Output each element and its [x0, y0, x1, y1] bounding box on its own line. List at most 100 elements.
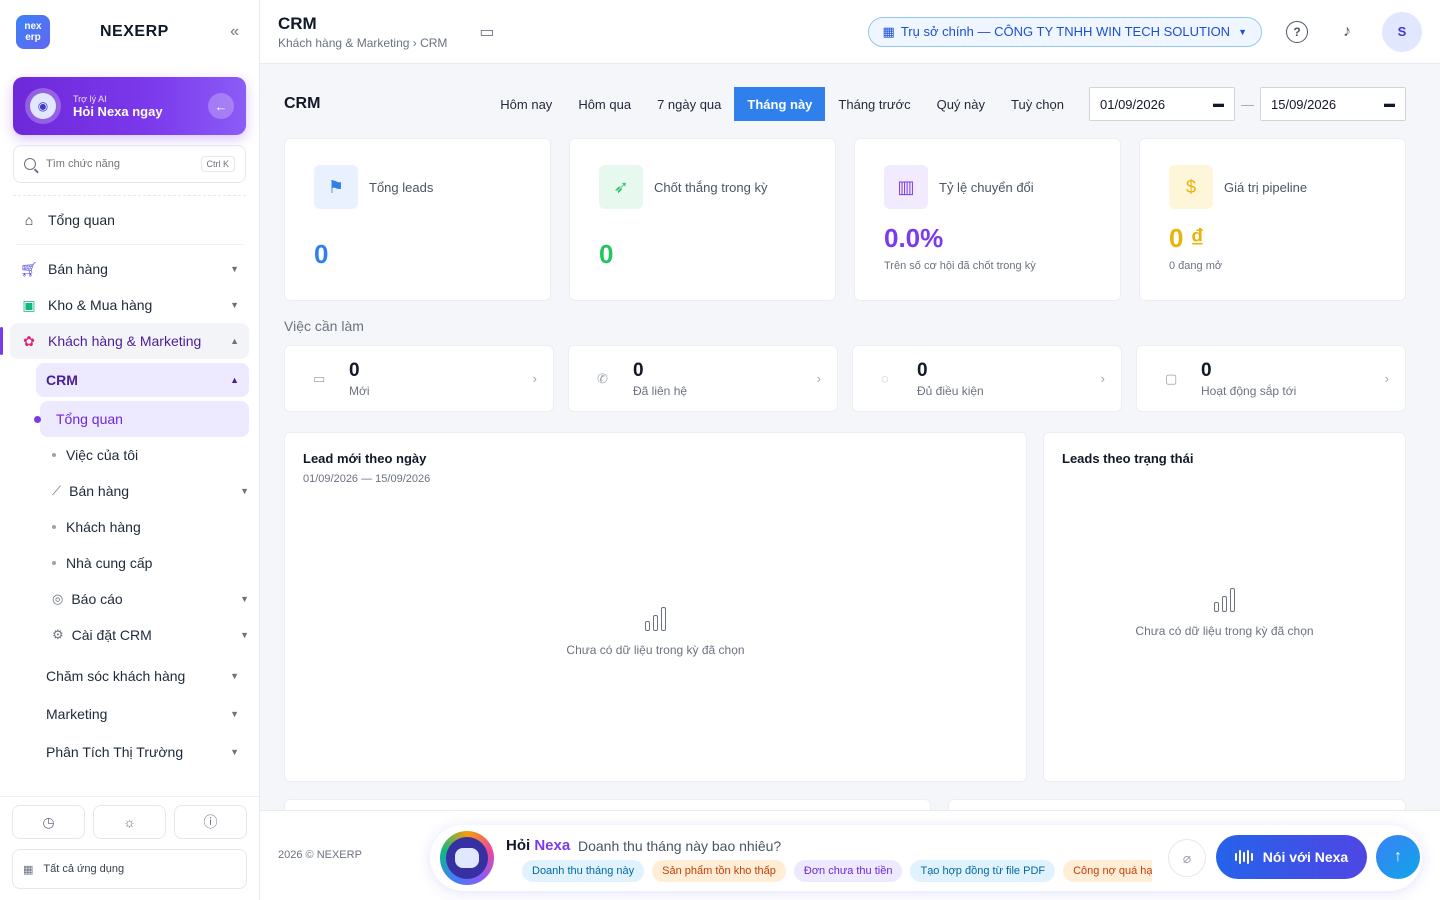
sidebar-footer: ◷ ☼ ⓘ ▦ Tất cả ứng dụng: [0, 796, 259, 900]
chevron-down-icon: ▼: [1238, 26, 1247, 37]
sidebar-item-crm-settings[interactable]: ⚙ Cài đặt CRM ▼: [40, 617, 259, 653]
date-to-input[interactable]: 15/09/2026 ▬: [1260, 87, 1406, 121]
collapse-sidebar-icon[interactable]: «: [230, 23, 239, 41]
voice-button[interactable]: Nói với Nexa: [1216, 835, 1367, 879]
todo-label: Đủ điều kiện: [917, 383, 984, 398]
history-icon[interactable]: ◷: [12, 805, 85, 839]
kpi-label: Tỷ lệ chuyển đổi: [939, 179, 1034, 195]
chevron-down-icon: ▼: [240, 486, 249, 496]
brand: nex erp NEXERP «: [0, 0, 259, 64]
chevron-down-icon: ▼: [230, 264, 239, 274]
main-content: CRM Hôm nay Hôm qua 7 ngày qua Tháng này…: [260, 64, 1440, 810]
sidebar-item-label: Bán hàng: [48, 261, 108, 277]
function-search-input[interactable]: [46, 158, 201, 170]
sidebar-item-my-tasks[interactable]: Việc của tôi: [40, 437, 259, 473]
company-selector[interactable]: ▦ Trụ sở chính — CÔNG TY TNHH WIN TECH S…: [867, 16, 1262, 47]
brand-name: NEXERP: [100, 23, 169, 40]
kpi-note: 0 đang mở: [1169, 260, 1223, 272]
sidebar-item-label: Marketing: [46, 706, 108, 722]
kpi-value: 0: [314, 239, 329, 269]
todo-contacted[interactable]: ✆ 0 Đã liên hệ ›: [568, 345, 838, 412]
sidebar-item-reports[interactable]: ◎ Báo cáo ▼: [40, 581, 259, 617]
tab-last-month[interactable]: Tháng trước: [825, 87, 923, 121]
breadcrumb: Khách hàng & Marketing › CRM: [278, 35, 448, 50]
empty-chart-icon: [285, 605, 1026, 631]
suggestion-chip[interactable]: Sản phẩm tồn kho thấp: [652, 860, 786, 882]
chevron-down-icon: ▼: [240, 594, 249, 604]
theme-icon[interactable]: ☼: [93, 805, 166, 839]
sidebar-item-crm[interactable]: CRM ▲: [36, 363, 249, 397]
help-button[interactable]: ?: [1282, 17, 1312, 47]
bullet: [52, 453, 56, 457]
tab-this-quarter[interactable]: Quý này: [924, 87, 998, 121]
sidebar-item-crm-sales[interactable]: ⟋ Bán hàng ▼: [40, 473, 259, 509]
calendar-icon: ▢: [1165, 370, 1178, 386]
panel-partial: [284, 799, 931, 810]
calendar-icon[interactable]: ▬: [1213, 98, 1224, 110]
sidebar-item-inventory[interactable]: ▣ Kho & Mua hàng ▼: [0, 287, 259, 323]
robot-icon[interactable]: [440, 831, 494, 885]
alert-icon[interactable]: ⓘ: [174, 805, 247, 839]
todo-upcoming[interactable]: ▢ 0 Hoạt động sắp tới ›: [1136, 345, 1406, 412]
tab-this-month[interactable]: Tháng này: [734, 87, 826, 121]
todo-label: Mới: [349, 383, 370, 398]
tab-today[interactable]: Hôm nay: [487, 87, 565, 121]
top-header: CRM Khách hàng & Marketing › CRM ▭ ▦ Trụ…: [260, 0, 1440, 64]
suggestion-chip[interactable]: Đơn chưa thu tiền: [793, 860, 903, 882]
sidebar-item-label: Phân Tích Thị Trường: [46, 744, 184, 760]
check-circle-icon: ◌: [881, 371, 889, 386]
users-icon: ✿: [23, 332, 35, 349]
bell-icon[interactable]: ♪: [1332, 17, 1362, 47]
divider: [16, 244, 243, 245]
tab-custom[interactable]: Tuỳ chọn: [998, 87, 1077, 121]
sidebar-item-customer-care[interactable]: Chăm sóc khách hàng ▼: [0, 657, 259, 695]
kpi-label: Chốt thắng trong kỳ: [654, 179, 768, 195]
sidebar-item-crm-group[interactable]: ✿ Khách hàng & Marketing ▲: [0, 323, 249, 359]
brand-logo: nex erp: [16, 15, 50, 49]
todo-qualified[interactable]: ◌ 0 Đủ điều kiện ›: [852, 345, 1122, 412]
sidebar-item-suppliers[interactable]: Nhà cung cấp: [40, 545, 259, 581]
function-search: Ctrl K: [13, 145, 246, 183]
sidebar-item-marketing[interactable]: Marketing ▼: [0, 695, 259, 733]
chevron-right-icon: ›: [816, 371, 821, 386]
bag-icon: ▣: [22, 296, 36, 313]
sidebar-item-label: Báo cáo: [71, 591, 123, 607]
sidebar-item-overview[interactable]: ⌂ Tổng quan: [0, 202, 259, 238]
chevron-down-icon: ▼: [230, 671, 239, 681]
suggestion-chip[interactable]: Tạo hợp đồng từ file PDF: [910, 860, 1056, 882]
sidebar-item-label: Việc của tôi: [66, 447, 139, 463]
folder-icon[interactable]: ▭: [479, 22, 494, 42]
bar-chart-icon: ▥: [884, 165, 928, 209]
suggestion-chip[interactable]: Doanh thu tháng này: [522, 860, 645, 882]
avatar[interactable]: S: [1382, 11, 1422, 52]
page-title: CRM: [278, 13, 317, 33]
todo-new[interactable]: ▭ 0 Mới ›: [284, 345, 554, 412]
empty-message: Chưa có dữ liệu trong kỳ đã chọn: [566, 643, 745, 657]
kpi-row: ⚑ Tổng leads 0 ➶ Chốt thắng trong kỳ 0 ▥…: [284, 138, 1406, 301]
section-title: CRM: [284, 95, 321, 112]
all-apps-button[interactable]: ▦ Tất cả ứng dụng: [12, 849, 247, 889]
sidebar-item-crm-overview[interactable]: Tổng quan: [34, 401, 249, 437]
ask-question[interactable]: Doanh thu tháng này bao nhiêu?: [578, 838, 781, 854]
sidebar-item-customers[interactable]: Khách hàng: [40, 509, 259, 545]
sidebar-item-market-analysis[interactable]: Phân Tích Thị Trường ▼: [0, 733, 259, 771]
footer: 2026 © NEXERP Hỏi Nexa Doanh thu tháng n…: [260, 810, 1440, 900]
divider: [13, 195, 246, 196]
robot-icon: ◉: [25, 88, 61, 124]
arrow-left-icon[interactable]: ←: [208, 93, 234, 119]
chevron-right-icon: ›: [532, 371, 537, 386]
tab-yesterday[interactable]: Hôm qua: [565, 87, 644, 121]
ai-assistant-card[interactable]: ◉ Trợ lý AI Hỏi Nexa ngay ←: [13, 77, 246, 135]
calendar-icon[interactable]: ▬: [1384, 98, 1395, 110]
suggestion-chip[interactable]: Công nợ quá hạn: [1063, 860, 1152, 882]
ai-card-title: Hỏi Nexa ngay: [73, 103, 163, 119]
send-arrow-icon[interactable]: ↑: [1376, 835, 1420, 879]
tab-last-7-days[interactable]: 7 ngày qua: [644, 87, 734, 121]
chevron-right-icon: ›: [1384, 371, 1389, 386]
date-from-input[interactable]: 01/09/2026 ▬: [1089, 87, 1235, 121]
sidebar-item-label: Nhà cung cấp: [66, 555, 153, 571]
sidebar-item-sales[interactable]: 🛒︎ Bán hàng ▼: [0, 251, 259, 287]
paperclip-icon[interactable]: ⌀: [1168, 839, 1206, 877]
bullet: [52, 525, 56, 529]
ask-nexa-bar: Hỏi Nexa Doanh thu tháng này bao nhiêu? …: [430, 825, 1422, 891]
